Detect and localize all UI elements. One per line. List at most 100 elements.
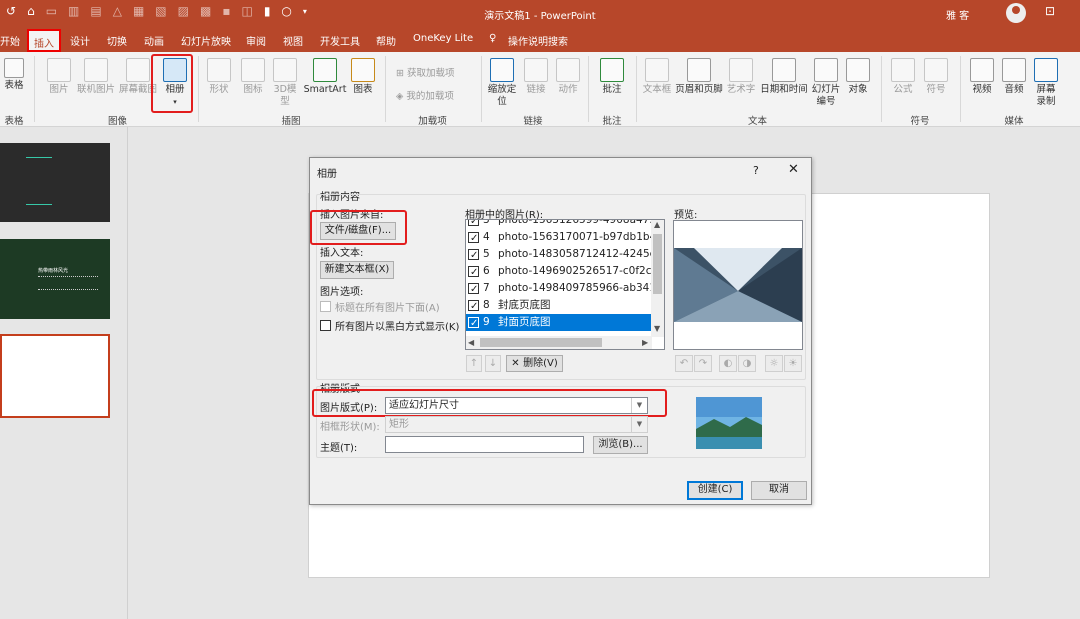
slide-thumbnail-1[interactable] (0, 143, 110, 222)
new-textbox-button[interactable]: 新建文本框(X) (320, 261, 394, 279)
picture-icon (47, 58, 71, 82)
delete-button[interactable]: ✕ 删除(V) (506, 355, 563, 372)
pictures-listbox[interactable]: 3photo-1563126599-4908a4754f 4photo-1563… (465, 219, 665, 350)
list-item[interactable]: 8封底页底图 (466, 297, 652, 314)
object-button[interactable]: 对象 (844, 58, 872, 96)
contrast-down-icon[interactable]: ◑ (738, 355, 756, 372)
contrast-up-icon[interactable]: ◐ (719, 355, 737, 372)
scroll-thumb[interactable] (653, 234, 662, 294)
tab-transitions[interactable]: 切换 (107, 33, 127, 48)
addins-icon: ◈ (396, 91, 407, 102)
brightness-down-icon[interactable]: ☀ (784, 355, 802, 372)
slide-number-button[interactable]: 幻灯片编号 (811, 58, 841, 108)
my-addins-button[interactable]: ◈ 我的加载项 (396, 88, 454, 102)
picture-checkbox[interactable] (468, 230, 479, 246)
title-bar: ↺ ⌂ ▭ ▥ ▤ △ ▦ ▧ ▨ ▩ ▪ ◫ ▮ ○ ▾ 演示文稿1 - Po… (0, 0, 1080, 27)
list-item[interactable]: 7photo-1498409785966-ab34140 (466, 280, 652, 297)
slide-thumbnail-3[interactable] (0, 334, 110, 418)
chart-icon (351, 58, 375, 82)
header-footer-button[interactable]: 页眉和页脚 (674, 58, 724, 96)
video-button[interactable]: 视频 (968, 58, 996, 96)
symbol-button[interactable]: 符号 (922, 58, 950, 96)
list-item[interactable]: 4photo-1563170071-b97db1b4ae (466, 229, 652, 246)
comment-button[interactable]: 批注 (600, 58, 624, 96)
slide-2-text (38, 276, 98, 290)
picture-checkbox[interactable] (468, 220, 479, 229)
horizontal-scrollbar[interactable]: ◀ ▶ (466, 336, 652, 349)
picture-checkbox[interactable] (468, 247, 479, 263)
cancel-button[interactable]: 取消 (751, 481, 807, 500)
picture-layout-select[interactable]: 适应幻灯片尺寸 ▼ (385, 397, 648, 414)
picture-checkbox[interactable] (468, 315, 479, 331)
slide-thumbnail-2[interactable]: 热带雨林风光 (0, 239, 110, 319)
icons-button[interactable]: 图标 (241, 58, 265, 96)
user-name[interactable]: 雅 客 (946, 7, 969, 22)
create-button[interactable]: 创建(C) (687, 481, 743, 500)
wordart-icon (729, 58, 753, 82)
album-button[interactable]: 相册 ▾ (162, 58, 188, 108)
3d-model-button[interactable]: 3D模型 (272, 58, 298, 108)
picture-button[interactable]: 图片 (47, 58, 71, 96)
frame-shape-select[interactable]: 矩形 ▼ (385, 416, 648, 433)
textbox-button[interactable]: 文本框 (641, 58, 673, 96)
scroll-thumb[interactable] (480, 338, 602, 347)
tell-me-search[interactable]: 操作说明搜索 (508, 33, 568, 48)
picture-checkbox[interactable] (468, 298, 479, 314)
table-button[interactable]: 表格 (3, 58, 25, 92)
scroll-left-icon[interactable]: ◀ (468, 338, 474, 347)
chart-button[interactable]: 图表 (351, 58, 375, 96)
online-picture-button[interactable]: 联机图片 (76, 58, 116, 96)
chevron-down-icon[interactable]: ▼ (631, 398, 647, 413)
action-button[interactable]: 动作 (556, 58, 580, 96)
list-item[interactable]: 5photo-1483058712412-4245e9b (466, 246, 652, 263)
screenshot-button[interactable]: 屏幕截图 (118, 58, 158, 96)
tab-insert[interactable]: 插入 (27, 29, 61, 52)
move-up-button[interactable]: ↑ (466, 355, 482, 372)
tab-onekey[interactable]: OneKey Lite (413, 33, 473, 44)
tab-view[interactable]: 视图 (283, 33, 303, 48)
help-icon[interactable]: ? (753, 164, 759, 177)
move-down-button[interactable]: ↓ (485, 355, 501, 372)
get-addins-button[interactable]: ⊞ 获取加载项 (396, 65, 455, 79)
link-button[interactable]: 链接 (524, 58, 548, 96)
file-disk-button[interactable]: 文件/磁盘(F)... (320, 222, 396, 240)
wordart-button[interactable]: 艺术字 (725, 58, 757, 96)
shapes-button[interactable]: 形状 (206, 58, 232, 96)
tab-developer[interactable]: 开发工具 (320, 33, 360, 48)
theme-input[interactable] (385, 436, 584, 453)
scroll-right-icon[interactable]: ▶ (642, 338, 648, 347)
group-separator (881, 56, 882, 122)
datetime-button[interactable]: 日期和时间 (758, 58, 810, 96)
zoom-button[interactable]: 缩放定位 (486, 58, 518, 108)
header-footer-icon (687, 58, 711, 82)
smartart-button[interactable]: SmartArt (302, 58, 348, 96)
preview-pane (673, 220, 803, 350)
tab-review[interactable]: 审阅 (246, 33, 266, 48)
vertical-scrollbar[interactable]: ▲ ▼ (651, 220, 664, 337)
list-item[interactable]: 3photo-1563126599-4908a4754f (466, 220, 652, 229)
tab-slideshow[interactable]: 幻灯片放映 (181, 33, 231, 48)
caption-below-checkbox[interactable] (320, 301, 331, 312)
scroll-up-icon[interactable]: ▲ (654, 220, 660, 229)
avatar[interactable] (1006, 3, 1026, 23)
picture-checkbox[interactable] (468, 281, 479, 297)
browse-button[interactable]: 浏览(B)... (593, 436, 648, 454)
rotate-left-icon[interactable]: ↶ (675, 355, 693, 372)
screen-recording-button[interactable]: 屏幕录制 (1032, 58, 1060, 108)
list-item-selected[interactable]: 9封面页底图 (466, 314, 652, 331)
close-icon[interactable]: ✕ (788, 162, 799, 177)
chevron-down-icon[interactable]: ▼ (631, 417, 647, 432)
picture-checkbox[interactable] (468, 264, 479, 280)
rotate-right-icon[interactable]: ↷ (694, 355, 712, 372)
black-white-checkbox[interactable] (320, 320, 331, 331)
scroll-down-icon[interactable]: ▼ (654, 324, 660, 333)
tab-help[interactable]: 帮助 (376, 33, 396, 48)
equation-button[interactable]: 公式 (889, 58, 917, 96)
audio-button[interactable]: 音频 (1000, 58, 1028, 96)
tab-design[interactable]: 设计 (70, 33, 90, 48)
list-item[interactable]: 6photo-1496902526517-c0f2cb8f (466, 263, 652, 280)
brightness-up-icon[interactable]: ☼ (765, 355, 783, 372)
ribbon-display-options-icon[interactable]: ⊡ (1045, 4, 1055, 18)
tab-home[interactable]: 开始 (0, 33, 20, 48)
tab-animations[interactable]: 动画 (144, 33, 164, 48)
